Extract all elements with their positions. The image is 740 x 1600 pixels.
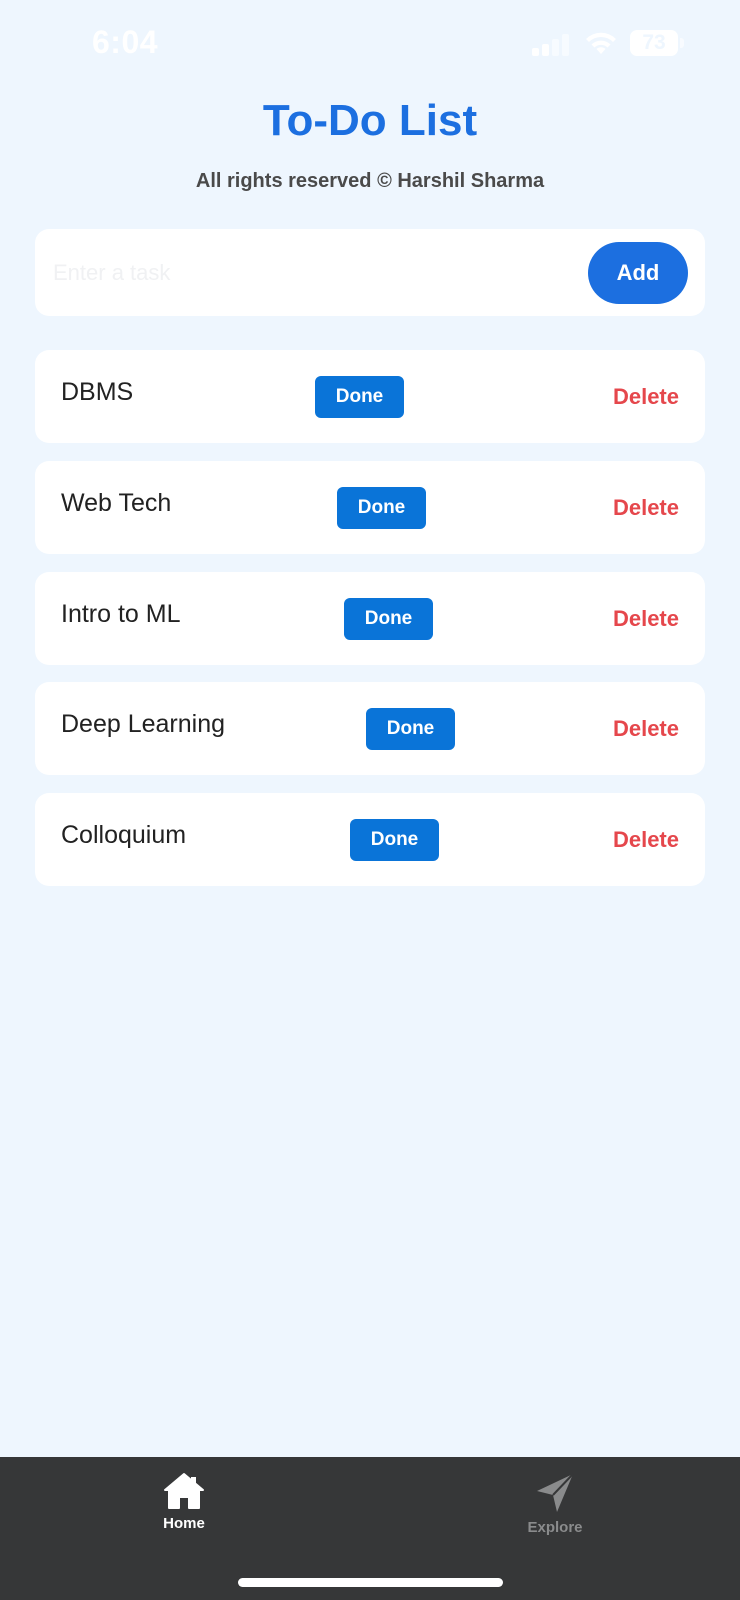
done-button[interactable]: Done xyxy=(350,819,439,861)
task-name: Colloquium xyxy=(61,821,187,849)
page-title: To-Do List xyxy=(262,96,478,145)
task-name: DBMS xyxy=(61,378,134,406)
wifi-icon xyxy=(586,32,616,54)
paper-plane-icon xyxy=(537,1473,574,1512)
home-icon xyxy=(164,1473,204,1509)
delete-button[interactable]: Delete xyxy=(613,819,679,861)
tab-home[interactable]: Home xyxy=(124,1471,244,1547)
task-name: Deep Learning xyxy=(61,710,226,738)
copyright-subtitle: All rights reserved © Harshil Sharma xyxy=(195,170,545,192)
tab-explore[interactable]: Explore xyxy=(495,1471,615,1547)
delete-button[interactable]: Delete xyxy=(613,376,679,418)
done-button[interactable]: Done xyxy=(315,376,404,418)
battery-icon: 73 xyxy=(630,30,678,56)
delete-button[interactable]: Delete xyxy=(613,598,679,640)
task-card: Colloquium Done Delete xyxy=(35,793,705,886)
delete-button[interactable]: Delete xyxy=(613,487,679,529)
status-bar: 6:04 73 xyxy=(0,0,740,88)
battery-cap xyxy=(680,38,684,48)
status-time: 6:04 xyxy=(92,24,159,60)
task-input-card: Add xyxy=(35,229,705,316)
add-task-button[interactable]: Add xyxy=(588,242,688,304)
home-indicator xyxy=(238,1578,503,1587)
task-input[interactable] xyxy=(51,247,575,299)
task-name: Intro to ML xyxy=(61,600,181,628)
done-button[interactable]: Done xyxy=(366,708,455,750)
task-card: Deep Learning Done Delete xyxy=(35,682,705,775)
cellular-signal-icon xyxy=(532,34,572,56)
task-card: DBMS Done Delete xyxy=(35,350,705,443)
delete-button[interactable]: Delete xyxy=(613,708,679,750)
tab-explore-label: Explore xyxy=(527,1519,583,1536)
task-name: Web Tech xyxy=(61,489,172,517)
tab-home-label: Home xyxy=(163,1515,205,1532)
task-card: Web Tech Done Delete xyxy=(35,461,705,554)
done-button[interactable]: Done xyxy=(337,487,426,529)
task-card: Intro to ML Done Delete xyxy=(35,572,705,665)
done-button[interactable]: Done xyxy=(344,598,433,640)
